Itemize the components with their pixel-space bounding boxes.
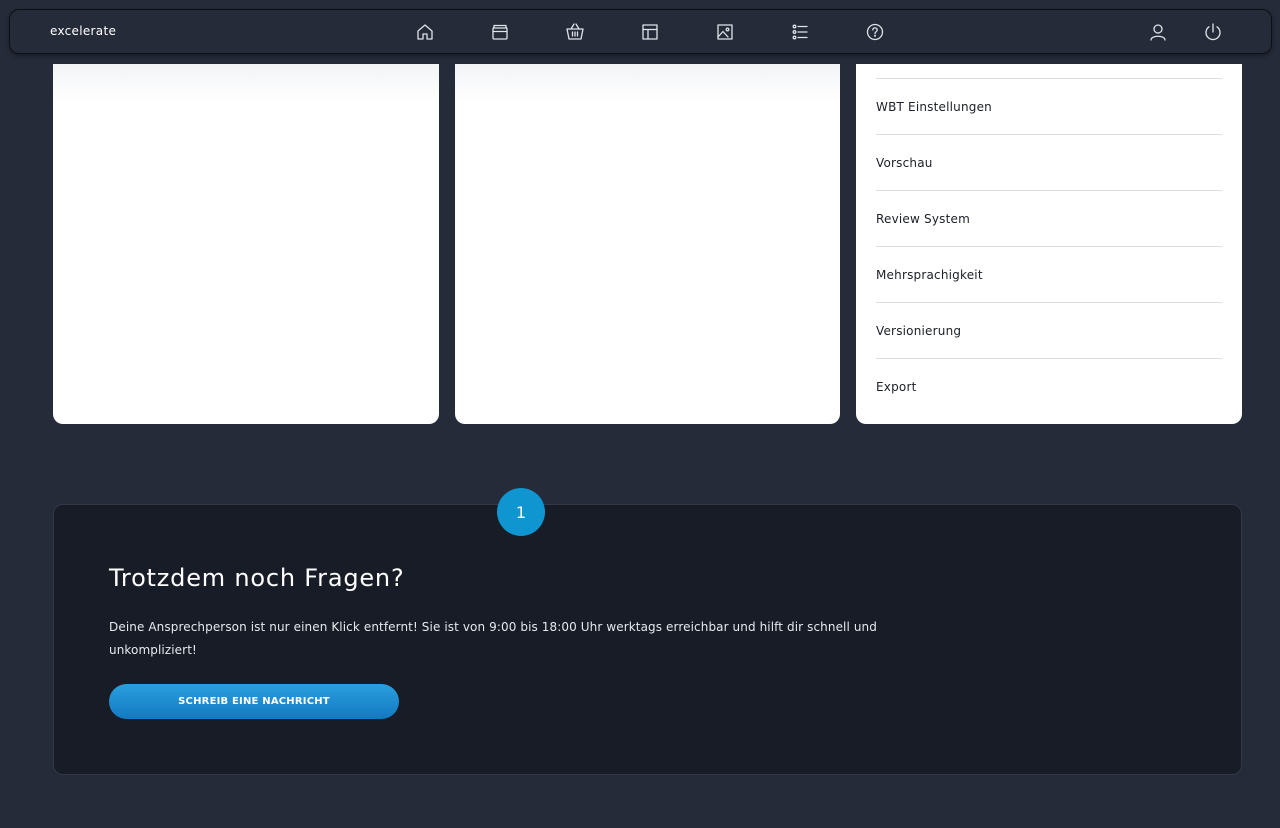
power-icon[interactable] [1202,21,1224,43]
feature-item-versionierung[interactable]: Versionierung [876,303,1222,359]
user-icon[interactable] [1147,21,1169,43]
basket-icon[interactable] [564,21,586,43]
feature-item-export[interactable]: Export [876,359,1222,414]
contact-title: Trotzdem noch Fragen? [109,564,405,592]
image-icon[interactable] [714,21,736,43]
help-icon[interactable] [864,21,886,43]
top-navbar: excelerate [9,9,1272,54]
box-icon[interactable] [489,21,511,43]
list-icon[interactable] [789,21,811,43]
brand-logo[interactable]: excelerate [50,23,116,39]
feature-item-vorschau[interactable]: Vorschau [876,135,1222,191]
write-message-button[interactable]: SCHREIB EINE NACHRICHT [109,684,399,719]
layout-icon[interactable] [639,21,661,43]
feature-list: WBT Einstellungen Vorschau Review System… [876,78,1222,414]
info-card-middle [455,64,840,424]
info-card-features: WBT Einstellungen Vorschau Review System… [856,64,1242,424]
info-card-left [53,64,439,424]
contact-section: Trotzdem noch Fragen? Deine Ansprechpers… [53,504,1242,775]
feature-item-mehrsprachigkeit[interactable]: Mehrsprachigkeit [876,247,1222,303]
feature-item-wbt-einstellungen[interactable]: WBT Einstellungen [876,79,1222,135]
home-icon[interactable] [414,21,436,43]
contact-description: Deine Ansprechperson ist nur einen Klick… [109,620,877,657]
feature-item-review-system[interactable]: Review System [876,191,1222,247]
step-badge: 1 [497,488,545,536]
